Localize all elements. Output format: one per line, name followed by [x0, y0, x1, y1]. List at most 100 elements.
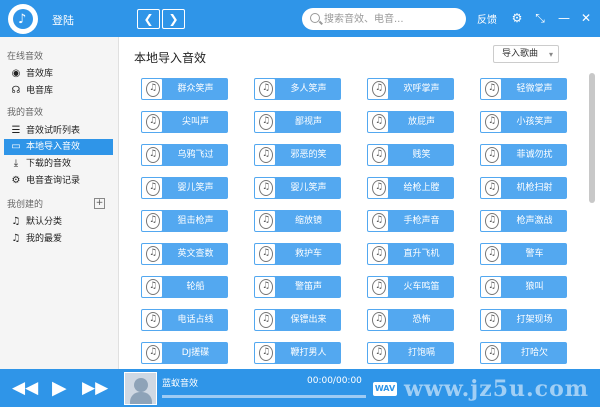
- sound-button[interactable]: 轻微掌声: [480, 78, 567, 100]
- sound-button[interactable]: 恐怖: [367, 309, 454, 331]
- sidebar-item-preview-list[interactable]: ☰ 音效试听列表: [4, 123, 113, 139]
- play-circle-icon[interactable]: [368, 310, 388, 330]
- play-circle-icon[interactable]: [142, 244, 162, 264]
- sound-button[interactable]: 警车: [480, 243, 567, 265]
- play-icon[interactable]: ▶: [52, 378, 67, 398]
- mini-mode-icon[interactable]: ⤡: [532, 10, 548, 26]
- sound-button[interactable]: 轮船: [141, 276, 228, 298]
- play-circle-icon[interactable]: [481, 178, 501, 198]
- forward-button[interactable]: ❯: [162, 9, 185, 29]
- sound-button[interactable]: 缩放镜: [254, 210, 341, 232]
- sidebar-item-electronic-library[interactable]: ☊ 电音库: [4, 83, 113, 99]
- play-circle-icon[interactable]: [142, 112, 162, 132]
- sound-button[interactable]: 婴儿笑声: [141, 177, 228, 199]
- play-circle-icon[interactable]: [255, 277, 275, 297]
- sound-button[interactable]: 手枪声音: [367, 210, 454, 232]
- sound-button[interactable]: 欢呼掌声: [367, 78, 454, 100]
- sound-button[interactable]: 保镖出来: [254, 309, 341, 331]
- play-circle-icon[interactable]: [481, 310, 501, 330]
- sound-button[interactable]: 电话占线: [141, 309, 228, 331]
- sound-button[interactable]: 给枪上膛: [367, 177, 454, 199]
- play-circle-icon[interactable]: [142, 79, 162, 99]
- close-icon[interactable]: ✕: [578, 10, 594, 26]
- play-circle-icon[interactable]: [142, 343, 162, 363]
- play-circle-icon[interactable]: [481, 211, 501, 231]
- scrollbar[interactable]: [589, 73, 595, 203]
- import-songs-dropdown[interactable]: 导入歌曲 ▾: [493, 45, 559, 63]
- sound-button[interactable]: 英文查数: [141, 243, 228, 265]
- sidebar-item-query-history[interactable]: ⚙ 电音查询记录: [4, 173, 113, 189]
- album-cover[interactable]: [124, 372, 157, 405]
- sound-button[interactable]: 尖叫声: [141, 111, 228, 133]
- play-circle-icon[interactable]: [368, 145, 388, 165]
- play-circle-icon[interactable]: [142, 310, 162, 330]
- play-circle-icon[interactable]: [142, 211, 162, 231]
- minimize-icon[interactable]: —: [556, 10, 572, 26]
- sidebar-item-downloads[interactable]: ⤓ 下载的音效: [4, 156, 113, 172]
- play-circle-icon[interactable]: [368, 79, 388, 99]
- gear-icon[interactable]: ⚙: [509, 10, 525, 26]
- sound-button[interactable]: 贱笑: [367, 144, 454, 166]
- search-icon[interactable]: [310, 13, 320, 23]
- sidebar-item-favorites[interactable]: ♫ 我的最爱: [4, 231, 113, 247]
- sound-button[interactable]: 群众笑声: [141, 78, 228, 100]
- sound-button[interactable]: 鞭打男人: [254, 342, 341, 364]
- previous-icon[interactable]: ◀◀: [12, 378, 38, 398]
- sound-button[interactable]: 放屁声: [367, 111, 454, 133]
- sound-button[interactable]: 菲诚勿扰: [480, 144, 567, 166]
- sound-button[interactable]: DJ搓碟: [141, 342, 228, 364]
- play-circle-icon[interactable]: [481, 343, 501, 363]
- play-circle-icon[interactable]: [255, 112, 275, 132]
- sound-button[interactable]: 打哈欠: [480, 342, 567, 364]
- play-circle-icon[interactable]: [255, 244, 275, 264]
- play-circle-icon[interactable]: [481, 244, 501, 264]
- play-circle-icon[interactable]: [368, 277, 388, 297]
- play-circle-icon[interactable]: [481, 79, 501, 99]
- play-circle-icon[interactable]: [368, 178, 388, 198]
- sidebar-item-default-category[interactable]: ♫ 默认分类: [4, 214, 113, 230]
- sound-button[interactable]: 狼叫: [480, 276, 567, 298]
- sound-button[interactable]: 狙击枪声: [141, 210, 228, 232]
- play-circle-icon[interactable]: [368, 343, 388, 363]
- sound-button[interactable]: 小孩笑声: [480, 111, 567, 133]
- sidebar-item-local-import[interactable]: ▭ 本地导入音效: [4, 139, 113, 155]
- play-circle-icon[interactable]: [255, 211, 275, 231]
- sound-button[interactable]: 机枪扫射: [480, 177, 567, 199]
- sound-button[interactable]: 多人笑声: [254, 78, 341, 100]
- play-circle-icon[interactable]: [255, 343, 275, 363]
- play-circle-icon[interactable]: [255, 145, 275, 165]
- sound-button[interactable]: 邪恶的笑: [254, 144, 341, 166]
- sound-button[interactable]: 枪声激战: [480, 210, 567, 232]
- sound-button[interactable]: 打架现场: [480, 309, 567, 331]
- sound-button[interactable]: 打饱嗝: [367, 342, 454, 364]
- sound-button[interactable]: 婴儿笑声: [254, 177, 341, 199]
- sound-button[interactable]: 直升飞机: [367, 243, 454, 265]
- login-link[interactable]: 登陆: [52, 12, 74, 28]
- play-circle-icon[interactable]: [142, 277, 162, 297]
- sound-button[interactable]: 警笛声: [254, 276, 341, 298]
- sound-button[interactable]: 救护车: [254, 243, 341, 265]
- play-circle-icon[interactable]: [255, 310, 275, 330]
- search-input[interactable]: [324, 11, 460, 27]
- sound-button[interactable]: 鄙视声: [254, 111, 341, 133]
- app-logo[interactable]: ♪: [8, 4, 38, 34]
- sound-button[interactable]: 乌鸦飞过: [141, 144, 228, 166]
- play-circle-icon[interactable]: [368, 112, 388, 132]
- play-circle-icon[interactable]: [255, 178, 275, 198]
- play-circle-icon[interactable]: [255, 79, 275, 99]
- play-circle-icon[interactable]: [481, 145, 501, 165]
- play-circle-icon[interactable]: [142, 145, 162, 165]
- play-circle-icon[interactable]: [481, 277, 501, 297]
- sidebar-item-sound-library[interactable]: ◉ 音效库: [4, 66, 113, 82]
- progress-bar[interactable]: [162, 395, 366, 398]
- play-circle-icon[interactable]: [481, 112, 501, 132]
- feedback-link[interactable]: 反馈: [477, 11, 497, 26]
- add-playlist-button[interactable]: +: [94, 198, 105, 209]
- play-circle-icon[interactable]: [142, 178, 162, 198]
- back-button[interactable]: ❮: [137, 9, 160, 29]
- format-badge[interactable]: WAV: [373, 382, 397, 396]
- next-icon[interactable]: ▶▶: [82, 378, 108, 398]
- play-circle-icon[interactable]: [368, 211, 388, 231]
- play-circle-icon[interactable]: [368, 244, 388, 264]
- sound-button[interactable]: 火车鸣笛: [367, 276, 454, 298]
